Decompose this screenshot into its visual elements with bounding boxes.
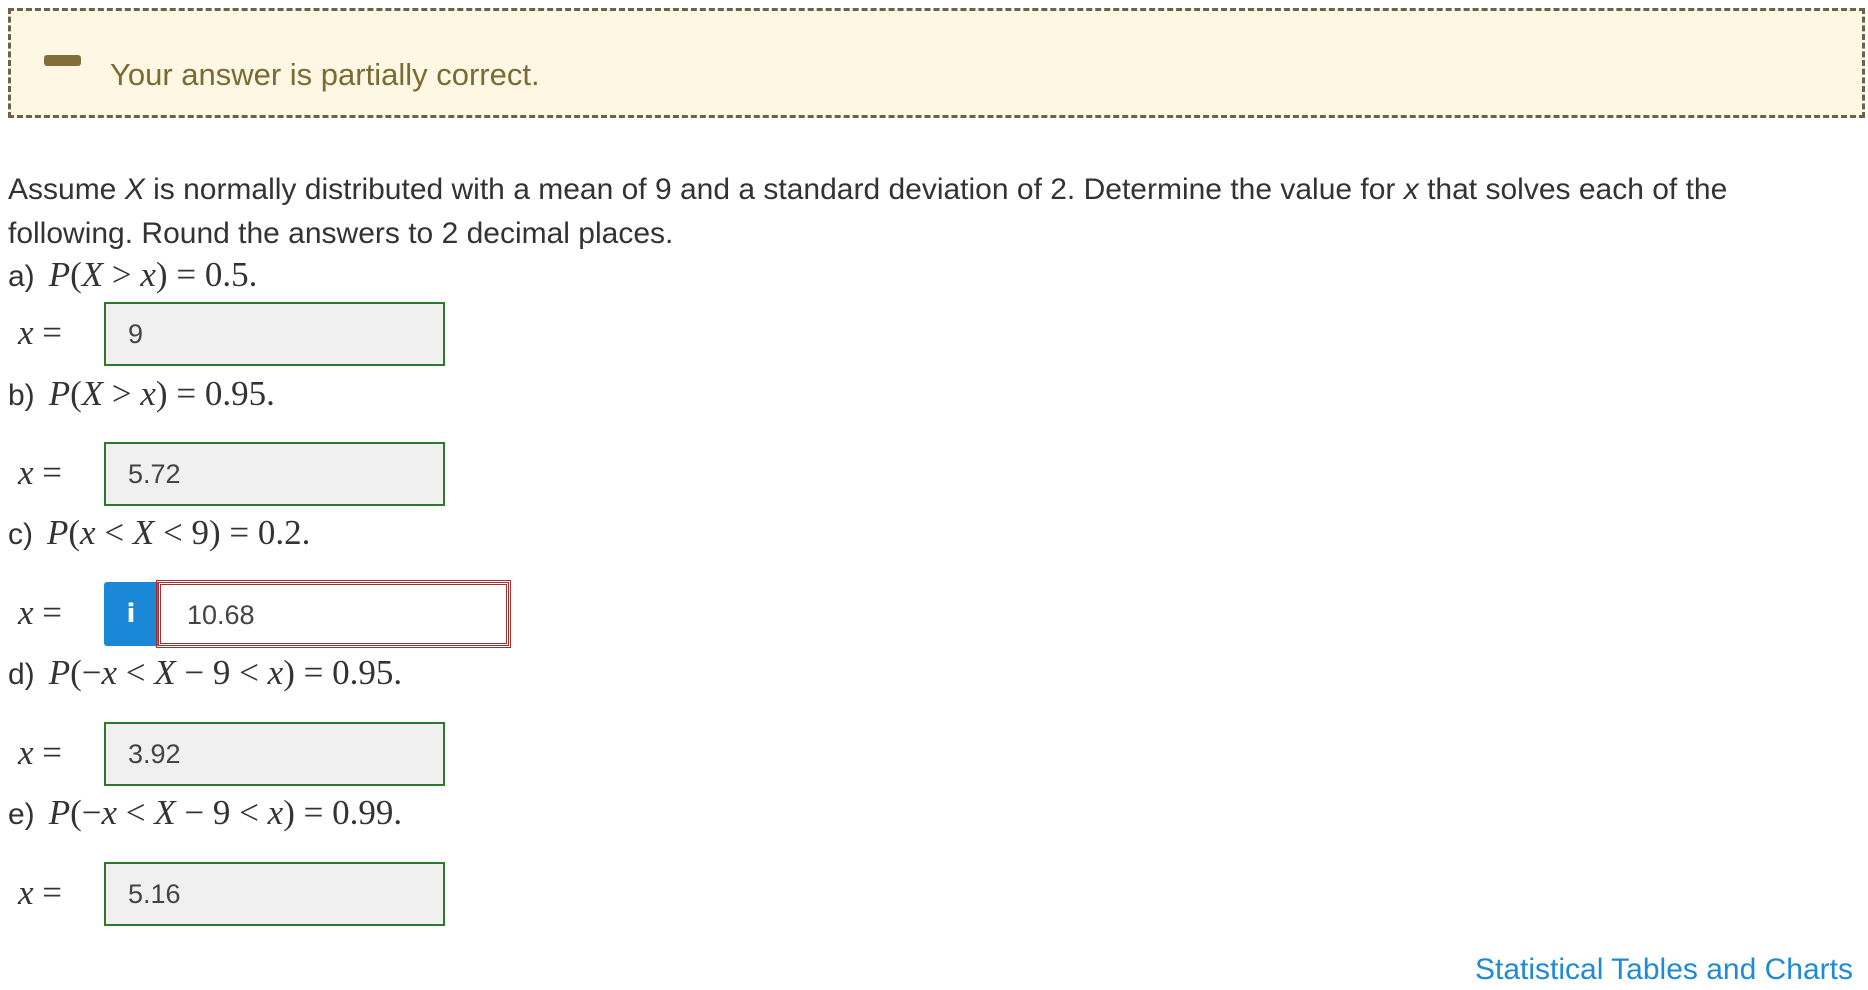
statistical-tables-link[interactable]: Statistical Tables and Charts: [1475, 950, 1853, 990]
question-text-part: Assume: [8, 173, 125, 206]
question-text: Assume X is normally distributed with a …: [8, 168, 1808, 256]
part-expression: P(X > x) = 0.5.: [48, 255, 258, 294]
answer-label: x =: [18, 733, 63, 772]
answer-label: x =: [18, 313, 63, 352]
part-letter: a): [8, 260, 35, 293]
answer-label: x =: [18, 593, 63, 632]
part-b-label: b) P(X > x) = 0.95.: [8, 374, 275, 416]
info-icon[interactable]: i: [104, 582, 158, 646]
part-e-label: e) P(−x < X − 9 < x) = 0.99.: [8, 793, 402, 835]
answer-field-e[interactable]: 5.16: [104, 862, 445, 926]
answer-field-b[interactable]: 5.72: [104, 442, 445, 506]
part-letter: d): [8, 658, 35, 691]
part-expression: P(−x < X − 9 < x) = 0.99.: [48, 793, 403, 832]
question-text-part: is normally distributed with a mean of 9…: [144, 173, 1404, 206]
part-expression: P(−x < X − 9 < x) = 0.95.: [48, 653, 403, 692]
variable-x: x: [1403, 173, 1419, 206]
answer-field-d[interactable]: 3.92: [104, 722, 445, 786]
part-letter: b): [8, 379, 35, 412]
answer-label: x =: [18, 453, 63, 492]
minus-icon: [44, 55, 81, 66]
part-letter: c): [8, 518, 33, 551]
part-c-label: c) P(x < X < 9) = 0.2.: [8, 513, 310, 555]
feedback-status-text: Your answer is partially correct.: [110, 57, 540, 92]
part-a-label: a) P(X > x) = 0.5.: [8, 255, 257, 297]
answer-field-a[interactable]: 9: [104, 302, 445, 366]
variable-X: X: [124, 173, 145, 206]
feedback-banner: Your answer is partially correct.: [8, 8, 1865, 118]
part-expression: P(x < X < 9) = 0.2.: [47, 513, 311, 552]
part-d-label: d) P(−x < X − 9 < x) = 0.95.: [8, 653, 402, 695]
part-expression: P(X > x) = 0.95.: [48, 374, 275, 413]
answer-label: x =: [18, 873, 63, 912]
part-letter: e): [8, 798, 35, 831]
answer-field-c[interactable]: 10.68: [156, 580, 511, 648]
